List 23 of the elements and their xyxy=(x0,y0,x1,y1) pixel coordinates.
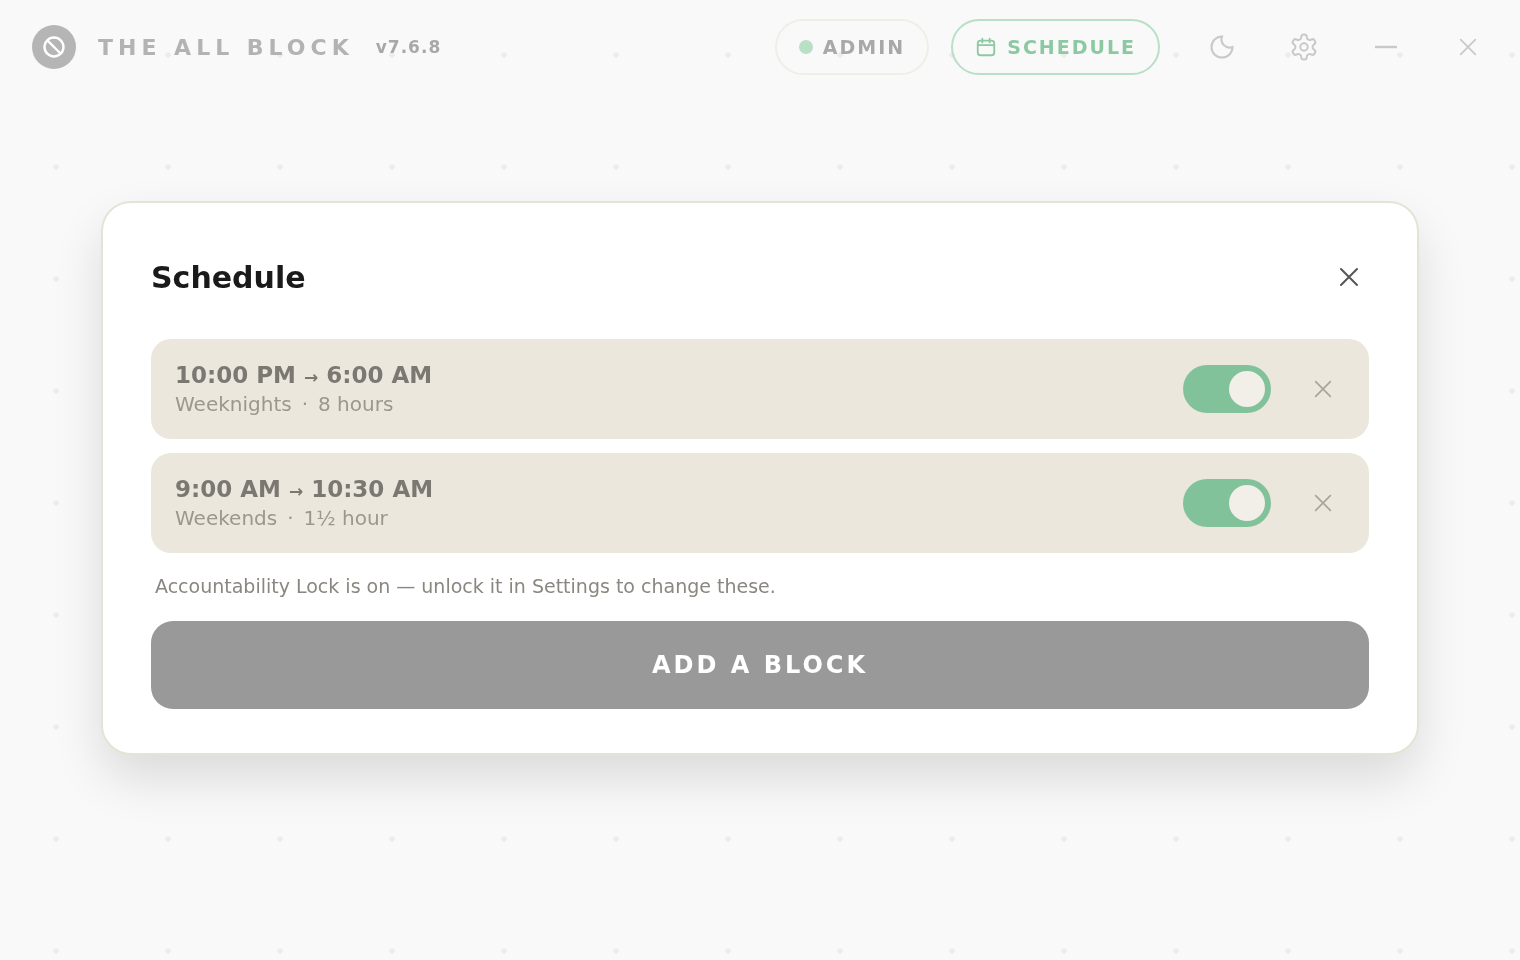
duration-label: 8 hours xyxy=(318,392,394,416)
days-label: Weeknights xyxy=(175,392,292,416)
separator-dot: · xyxy=(287,506,294,530)
start-time: 10:00 PM xyxy=(175,362,296,388)
calendar-icon xyxy=(975,36,998,58)
arrow-text: → xyxy=(303,367,319,387)
toggle-switch[interactable] xyxy=(1183,365,1271,413)
arrow-text: → xyxy=(288,481,304,501)
app-title: THE ALL BLOCK xyxy=(98,34,354,60)
duration-label: 1½ hour xyxy=(303,506,388,530)
end-time: 6:00 AM xyxy=(326,362,433,388)
separator-dot: · xyxy=(301,392,309,416)
admin-button[interactable]: ADMIN xyxy=(774,19,930,75)
end-time: 10:30 AM xyxy=(311,476,434,502)
days-label: Weekends xyxy=(175,506,278,530)
start-time: 9:00 AM xyxy=(175,476,281,502)
add-block-button[interactable]: ADD A BLOCK xyxy=(151,621,1369,709)
block-logo-icon xyxy=(32,25,76,69)
toggle-switch[interactable] xyxy=(1183,479,1271,527)
lock-note: Accountability Lock is on — unlock it in Settings to change these. xyxy=(155,575,777,597)
version-label: v7.6.8 xyxy=(375,37,442,57)
dialog-title: Schedule xyxy=(151,259,306,295)
schedule-button[interactable]: SCHEDULE xyxy=(951,19,1160,75)
